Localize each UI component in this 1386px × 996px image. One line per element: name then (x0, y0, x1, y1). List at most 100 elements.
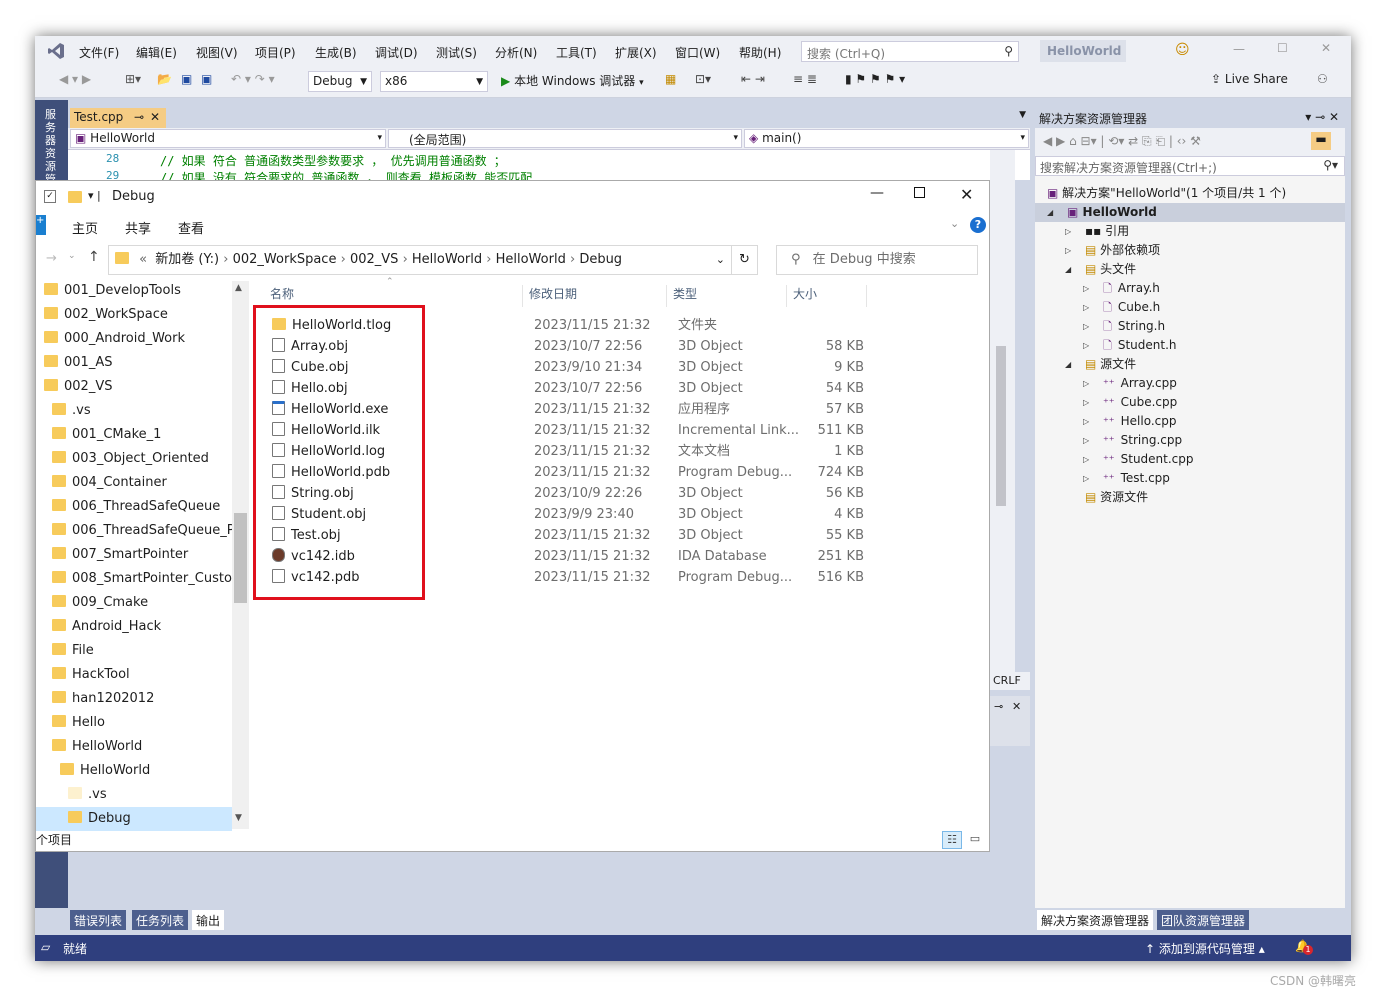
nav-item[interactable]: han1202012 (52, 687, 154, 711)
editor-scrollbar[interactable] (990, 150, 1015, 690)
nav-scrollbar[interactable]: ▲ ▼ (232, 281, 249, 829)
header-file-node[interactable]: 🗋 String.h (1103, 317, 1165, 336)
expanded-triangle-icon[interactable]: ◢ (1047, 203, 1057, 222)
step-icon[interactable]: ⇤ ⇥ (741, 72, 765, 92)
menu-window[interactable]: 窗口(W) (675, 44, 720, 61)
menu-analyze[interactable]: 分析(N) (495, 44, 537, 61)
expanded-triangle-icon[interactable]: ◢ (1065, 355, 1075, 374)
tab-team-explorer[interactable]: 团队资源管理器 (1157, 910, 1250, 930)
back-icon[interactable]: ◀ ▾ ▶ (59, 72, 91, 92)
source-file-node[interactable]: ⁺⁺ Student.cpp (1103, 450, 1194, 469)
project-node[interactable]: ▣ HelloWorld (1067, 203, 1157, 222)
nav-item[interactable]: 003_Object_Oriented (52, 447, 209, 471)
nav-item[interactable]: HelloWorld (60, 759, 150, 783)
collapsed-triangle-icon[interactable]: ▷ (1083, 393, 1093, 412)
source-files-node[interactable]: ▤ 源文件 (1085, 355, 1136, 374)
nav-item[interactable]: Hello (52, 711, 105, 735)
close-icon[interactable]: ▾ ⊸ ✕ (1305, 110, 1339, 124)
breadcrumb-helloworld[interactable]: HelloWorld (412, 252, 482, 267)
solution-node[interactable]: ▣ 解决方案"HelloWorld"(1 个项目/共 1 个) (1047, 184, 1286, 203)
source-file-node[interactable]: ⁺⁺ Test.cpp (1103, 469, 1170, 488)
collapsed-triangle-icon[interactable]: ▷ (1083, 317, 1093, 336)
recent-dropdown-icon[interactable]: ⌄ (68, 251, 76, 261)
menu-build[interactable]: 生成(B) (315, 44, 357, 61)
refresh-icon[interactable]: ↻ (731, 246, 757, 274)
details-view-icon[interactable]: ☷ (942, 831, 962, 849)
close-icon[interactable]: ✕ (1012, 700, 1021, 713)
collapsed-triangle-icon[interactable]: ▷ (1083, 469, 1093, 488)
references-node[interactable]: ▪▪ 引用 (1085, 222, 1129, 241)
function-dropdown[interactable]: ◈ main() ▾ (744, 129, 1029, 148)
collapsed-triangle-icon[interactable]: ▷ (1065, 241, 1075, 260)
help-icon[interactable]: ? (970, 217, 986, 233)
nav-item[interactable]: 000_Android_Work (44, 327, 185, 351)
nav-item[interactable]: 001_DevelopTools (44, 279, 181, 303)
address-dropdown-icon[interactable]: ⌄ (716, 246, 725, 274)
nav-item[interactable]: File (52, 639, 94, 663)
header-file-node[interactable]: 🗋 Student.h (1103, 336, 1177, 355)
tab-output[interactable]: 输出 (192, 910, 225, 930)
breadcrumb-debug[interactable]: Debug (579, 252, 622, 267)
column-date[interactable]: 修改日期 (529, 285, 667, 307)
menu-edit[interactable]: 编辑(E) (136, 44, 177, 61)
breadcrumb-vs[interactable]: 002_VS (350, 252, 398, 267)
collapsed-triangle-icon[interactable]: ▷ (1083, 450, 1093, 469)
nav-item[interactable]: 008_SmartPointer_Custom (52, 567, 245, 591)
configuration-select[interactable]: Debug ▼ (308, 71, 372, 92)
nav-item[interactable]: Debug (36, 807, 232, 831)
tab-dropdown-icon[interactable]: ▼ (1019, 110, 1026, 120)
column-type[interactable]: 类型 (673, 285, 787, 307)
external-deps-node[interactable]: ▤ 外部依赖项 (1085, 241, 1160, 260)
camera-icon[interactable]: ⊡▾ (695, 72, 711, 92)
scrollbar-thumb[interactable] (234, 513, 247, 603)
collapsed-triangle-icon[interactable]: ▷ (1083, 374, 1093, 393)
up-arrow-icon[interactable]: ↑ (88, 249, 100, 265)
breadcrumb-drive[interactable]: 新加卷 (Y:) (155, 252, 219, 267)
pin-icon[interactable]: ⊸ (134, 110, 144, 124)
quick-access-dropdown-icon[interactable]: ▾ | (88, 189, 101, 202)
menu-project[interactable]: 项目(P) (255, 44, 296, 61)
bookmark-icon[interactable]: ▮ ⚑ ⚑ ⚑ ▾ (845, 72, 905, 92)
ribbon-tab-home[interactable]: 主页 (72, 218, 98, 237)
menu-help[interactable]: 帮助(H) (739, 44, 781, 61)
open-icon[interactable]: 📂 (157, 72, 172, 92)
address-bar[interactable]: « 新加卷 (Y:) › 002_WorkSpace › 002_VS › He… (108, 245, 758, 275)
code-editor[interactable]: 28 // 如果 符合 普通函数类型参数要求 ， 优先调用普通函数 ； 29 /… (68, 150, 1030, 185)
collapsed-triangle-icon[interactable]: ▷ (1083, 431, 1093, 450)
platform-select[interactable]: x86 ▼ (380, 71, 488, 92)
collapsed-triangle-icon[interactable]: ▷ (1083, 298, 1093, 317)
scroll-up-icon[interactable]: ▲ (235, 283, 242, 293)
add-to-source-control-button[interactable]: ↑ 添加到源代码管理 ▴ (1145, 940, 1265, 957)
indent-icon[interactable]: ≡ ≣ (793, 72, 817, 92)
maximize-icon[interactable] (914, 187, 925, 198)
nav-item[interactable]: HackTool (52, 663, 130, 687)
nav-item[interactable]: Android_Hack (52, 615, 161, 639)
nav-item[interactable]: 001_CMake_1 (52, 423, 161, 447)
large-icons-view-icon[interactable]: ▭ (966, 831, 984, 849)
new-project-icon[interactable]: ⊞▾ (125, 72, 141, 92)
breadcrumb-helloworld-2[interactable]: HelloWorld (496, 252, 566, 267)
minimize-icon[interactable]: — (870, 185, 884, 201)
expand-ribbon-icon[interactable]: ⌄ (950, 217, 959, 230)
source-file-node[interactable]: ⁺⁺ String.cpp (1103, 431, 1182, 450)
close-tab-icon[interactable]: ✕ (150, 110, 160, 124)
line-ending-indicator[interactable]: CRLF (990, 672, 1030, 690)
nav-item[interactable]: HelloWorld (52, 735, 142, 759)
source-file-node[interactable]: ⁺⁺ Cube.cpp (1103, 393, 1177, 412)
collapsed-triangle-icon[interactable]: ▷ (1065, 222, 1075, 241)
nav-item[interactable]: 002_VS (44, 375, 112, 399)
menu-debug[interactable]: 调试(D) (375, 44, 418, 61)
account-icon[interactable]: ⚇ (1317, 72, 1328, 92)
column-name[interactable]: 名称 (268, 285, 523, 307)
toolbox-icon[interactable]: ▦ (665, 72, 676, 92)
nav-item[interactable]: 009_Cmake (52, 591, 148, 615)
scroll-down-icon[interactable]: ▼ (235, 813, 242, 823)
project-dropdown[interactable]: ▣ HelloWorld ▾ (70, 129, 386, 148)
header-files-node[interactable]: ▤ 头文件 (1085, 260, 1136, 279)
properties-check-icon[interactable]: ✓ (44, 190, 56, 203)
explorer-search-input[interactable]: ⚲ 在 Debug 中搜索 (776, 245, 978, 275)
nav-item[interactable]: 006_ThreadSafeQueue (52, 495, 220, 519)
close-icon[interactable]: ✕ (960, 185, 973, 204)
nav-item[interactable]: 007_SmartPointer (52, 543, 188, 567)
tab-task-list[interactable]: 任务列表 (132, 910, 189, 930)
